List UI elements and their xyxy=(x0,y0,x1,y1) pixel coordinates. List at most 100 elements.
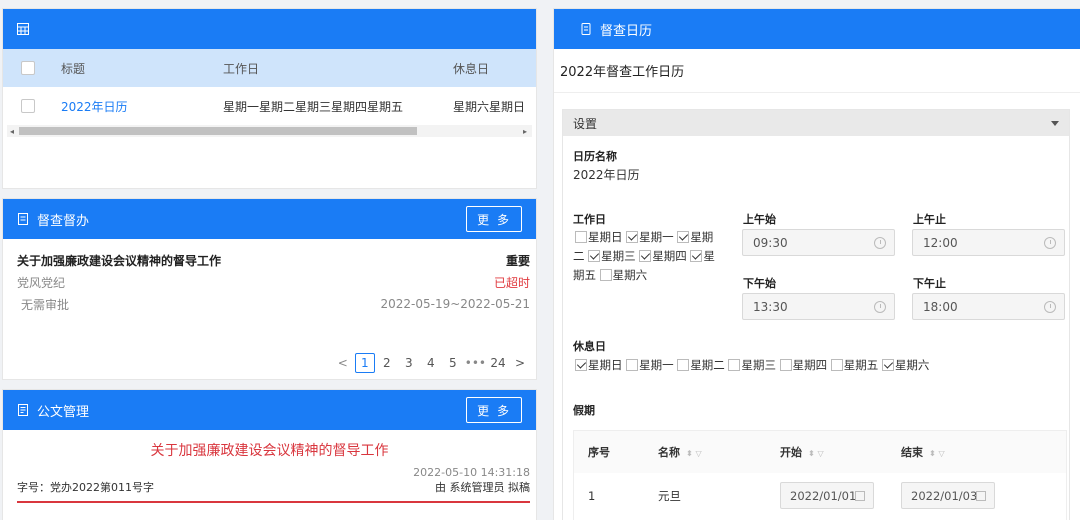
pm-end-label: 下午止 xyxy=(913,277,946,290)
document-title[interactable]: 关于加强廉政建设会议精神的督导工作 xyxy=(3,440,536,460)
restday-label-fri: 星期五 xyxy=(843,358,879,372)
supervision-item-title[interactable]: 关于加强廉政建设会议精神的督导工作 xyxy=(17,252,221,269)
restday-checkbox-thu[interactable] xyxy=(779,359,792,371)
scroll-left-icon[interactable]: ◂ xyxy=(7,127,17,136)
document-time: 2022-05-10 14:31:18 xyxy=(413,466,530,479)
calendar-name-label: 日历名称 xyxy=(573,150,617,163)
am-start-input[interactable]: 09:30 xyxy=(742,229,895,256)
pagination: < 1 2 3 4 5 ••• 24 > xyxy=(333,353,530,373)
holiday-table: 序号 名称 ⬍ ▽ 开始 ⬍ ▽ 结束 ⬍ ▽ 1 元旦 2022/01/01 202… xyxy=(573,430,1067,520)
restday-checkbox-mon[interactable] xyxy=(626,359,639,371)
documents-more-button[interactable]: 更 多 xyxy=(466,397,522,423)
restday-label-tue: 星期二 xyxy=(690,358,725,372)
am-end-label: 上午止 xyxy=(913,213,946,226)
workday-checkbox-mon[interactable] xyxy=(626,231,639,243)
scroll-thumb[interactable] xyxy=(19,127,417,135)
restday-checkbox-fri[interactable] xyxy=(830,359,843,371)
row-checkbox[interactable] xyxy=(21,99,35,113)
grid-icon xyxy=(17,23,29,35)
pm-end-input[interactable]: 18:00 xyxy=(912,293,1065,320)
workday-checkbox-thu[interactable] xyxy=(639,250,652,262)
row-restdays: 星期六星期日 xyxy=(453,99,526,114)
page-ellipsis[interactable]: ••• xyxy=(465,356,486,370)
red-divider xyxy=(17,501,530,503)
workday-checkbox-sun[interactable] xyxy=(575,231,587,243)
scroll-right-icon[interactable]: ▸ xyxy=(520,127,530,136)
table-row[interactable]: 2022年日历 星期一星期二星期三星期四星期五 星期六星期日 xyxy=(3,87,536,125)
holiday-end-date[interactable]: 2022/01/03 xyxy=(901,482,995,509)
restday-label-sun: 星期日 xyxy=(588,358,623,372)
am-end-value: 12:00 xyxy=(923,235,958,250)
am-end-input[interactable]: 12:00 xyxy=(912,229,1065,256)
holiday-end-value: 2022/01/03 xyxy=(911,488,978,503)
page-last[interactable]: 24 xyxy=(488,356,508,370)
documents-panel: 公文管理 更 多 关于加强廉政建设会议精神的督导工作 2022-05-10 14… xyxy=(2,389,537,520)
select-all-checkbox[interactable] xyxy=(21,61,35,75)
calendar-detail-header: 督查日历 xyxy=(554,9,1080,49)
am-start-label: 上午始 xyxy=(743,213,776,226)
holiday-label: 假期 xyxy=(573,404,595,417)
calendar-list-panel: 标题 工作日 休息日 2022年日历 星期一星期二星期三星期四星期五 星期六星期… xyxy=(2,8,537,189)
page-1[interactable]: 1 xyxy=(354,353,375,373)
settings-section: 设置 日历名称 2022年日历 工作日 星期日 星期一 星期 二 星期三 星期四… xyxy=(562,109,1070,520)
calendar-icon xyxy=(976,491,986,501)
holiday-no: 1 xyxy=(588,488,596,503)
caret-down-icon[interactable] xyxy=(1051,120,1059,126)
restday-checkbox-sat[interactable] xyxy=(881,359,894,371)
sort-filter-icon[interactable]: ⬍ ▽ xyxy=(929,449,945,458)
calendar-icon xyxy=(580,23,592,35)
supervision-header: 督查督办 更 多 xyxy=(3,199,536,239)
documents-title: 公文管理 xyxy=(37,404,90,420)
restday-checkbox-tue[interactable] xyxy=(677,359,690,371)
col-end-label: 结束 xyxy=(901,446,923,459)
document-number: 字号：党办2022第011号字 xyxy=(17,481,154,494)
table-header: 标题 工作日 休息日 xyxy=(3,49,536,87)
holiday-start-date[interactable]: 2022/01/01 xyxy=(780,482,874,509)
settings-toggle[interactable]: 设置 xyxy=(563,110,1069,136)
holiday-name: 元旦 xyxy=(658,488,681,503)
workday-label-thu: 星期四 xyxy=(652,249,687,263)
restday-checkbox-sun[interactable] xyxy=(575,359,587,371)
col-end[interactable]: 结束 ⬍ ▽ xyxy=(889,444,1029,460)
pm-start-input[interactable]: 13:30 xyxy=(742,293,895,320)
holiday-start-value: 2022/01/01 xyxy=(790,488,857,503)
horizontal-scrollbar[interactable]: ◂ ▸ xyxy=(7,125,532,137)
settings-label: 设置 xyxy=(573,116,598,131)
sort-filter-icon[interactable]: ⬍ ▽ xyxy=(808,449,824,458)
workday-label-tue-wrap: 二 xyxy=(573,249,585,263)
restday-label-thu: 星期四 xyxy=(792,358,828,372)
supervision-more-button[interactable]: 更 多 xyxy=(466,206,522,232)
page-3[interactable]: 3 xyxy=(399,356,419,370)
clock-icon xyxy=(1044,301,1056,313)
supervision-panel: 督查督办 更 多 关于加强廉政建设会议精神的督导工作 重要 党风党纪 已超时 无… xyxy=(2,198,537,380)
row-workdays: 星期一星期二星期三星期四星期五 xyxy=(223,99,404,114)
page-4[interactable]: 4 xyxy=(421,356,441,370)
col-start[interactable]: 开始 ⬍ ▽ xyxy=(768,444,889,460)
prev-page-button[interactable]: < xyxy=(333,356,353,370)
col-name[interactable]: 名称 ⬍ ▽ xyxy=(646,444,768,460)
priority-badge: 重要 xyxy=(505,253,530,268)
workday-checkbox-fri[interactable] xyxy=(690,250,703,262)
status-badge: 已超时 xyxy=(493,275,530,290)
workday-label-fri-wrap: 期五 xyxy=(573,268,596,282)
calendar-title-link[interactable]: 2022年日历 xyxy=(53,98,223,115)
workday-label-fri: 星 xyxy=(703,249,715,263)
next-page-button[interactable]: > xyxy=(510,356,530,370)
page-2[interactable]: 2 xyxy=(377,356,397,370)
clock-icon xyxy=(874,237,886,249)
table-row[interactable]: 1 元旦 2022/01/01 2022/01/03 xyxy=(574,473,1066,518)
clock-icon xyxy=(1044,237,1056,249)
workday-label-sat: 星期六 xyxy=(612,268,648,282)
workday-label-wed: 星期三 xyxy=(601,249,636,263)
workday-checkbox-tue[interactable] xyxy=(677,231,690,243)
workday-checkbox-sat[interactable] xyxy=(599,269,612,281)
page-5[interactable]: 5 xyxy=(443,356,463,370)
workday-label-sun: 星期日 xyxy=(588,230,623,244)
supervision-title: 督查督办 xyxy=(37,213,90,229)
document-author: 由 系统管理员 拟稿 xyxy=(435,481,530,494)
workday-checkbox-wed[interactable] xyxy=(588,250,601,262)
restday-label-mon: 星期一 xyxy=(639,358,674,372)
restday-checkbox-wed[interactable] xyxy=(728,359,741,371)
sort-filter-icon[interactable]: ⬍ ▽ xyxy=(686,449,702,458)
pm-end-value: 18:00 xyxy=(923,299,958,314)
